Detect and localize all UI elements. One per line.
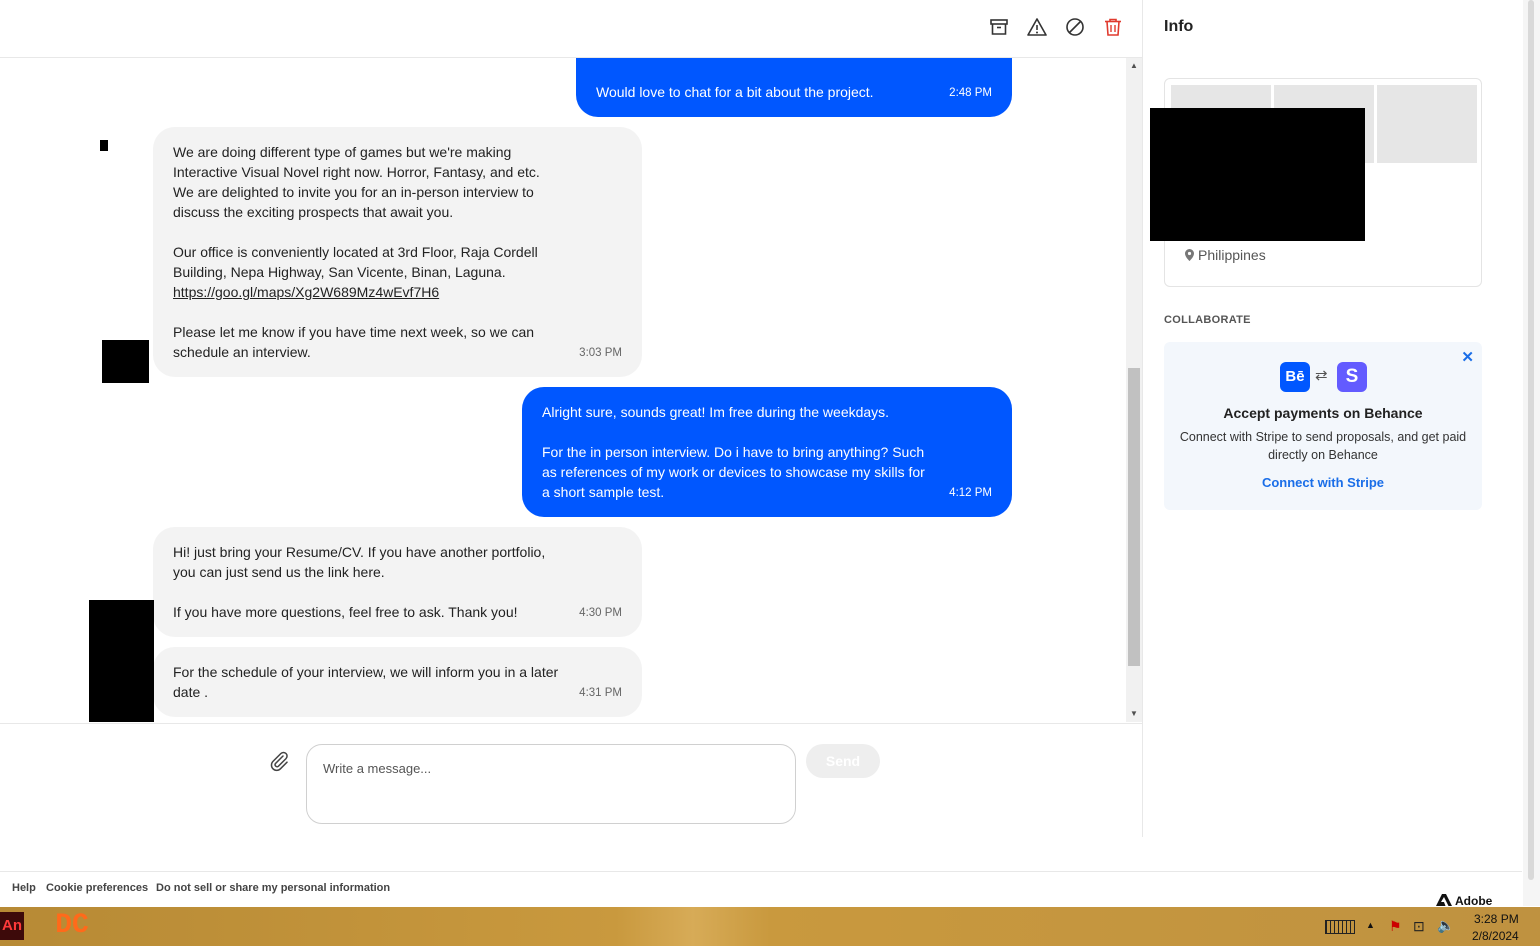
animate-app-icon[interactable]: An — [0, 912, 24, 940]
volume-icon[interactable]: 🔈 — [1437, 917, 1454, 934]
message-text: For the schedule of your interview, we w… — [173, 664, 559, 700]
message-time: 3:03 PM — [579, 347, 622, 359]
block-icon[interactable] — [1064, 16, 1086, 38]
message-bubble-sent: Would love to chat for a bit about the p… — [576, 58, 1012, 117]
stripe-logo: S — [1337, 362, 1367, 392]
keyboard-icon[interactable] — [1325, 920, 1355, 934]
trash-icon[interactable] — [1102, 16, 1124, 38]
message-time: 2:48 PM — [949, 87, 992, 99]
stripe-promo-card: ✕ Bē ⇄ S Accept payments on Behance Conn… — [1164, 342, 1482, 510]
swap-arrows-icon: ⇄ — [1315, 367, 1328, 384]
message-text: Hi! just bring your Resume/CV. If you ha… — [173, 544, 546, 620]
clock-time[interactable]: 3:28 PM — [1474, 912, 1519, 926]
footer-link-do-not-sell[interactable]: Do not sell or share my personal informa… — [156, 882, 390, 894]
dc-app-icon[interactable]: DC — [54, 910, 90, 942]
collaborate-heading: COLLABORATE — [1164, 314, 1251, 326]
project-thumbnail[interactable] — [1377, 85, 1477, 163]
message-text: Please let me know if you have time next… — [173, 324, 535, 360]
warning-icon[interactable] — [1026, 16, 1048, 38]
message-bubble-received: For the schedule of your interview, we w… — [153, 647, 642, 717]
close-icon[interactable]: ✕ — [1461, 348, 1474, 366]
message-input[interactable] — [306, 744, 796, 824]
message-composer: Send — [0, 723, 1142, 838]
message-time: 4:31 PM — [579, 687, 622, 699]
location-pin-icon — [1185, 248, 1194, 264]
info-sidebar: Info Philippines COLLABORATE ✕ Bē ⇄ S Ac… — [1142, 0, 1503, 837]
redacted-avatar — [100, 140, 108, 151]
behance-logo: Bē — [1280, 362, 1310, 392]
stripe-body: Connect with Stripe to send proposals, a… — [1179, 430, 1467, 462]
stripe-heading: Accept payments on Behance — [1223, 405, 1423, 421]
sidebar-title: Info — [1164, 18, 1194, 35]
message-text: Alright sure, sounds great! Im free duri… — [542, 404, 925, 500]
page-scroll-thumb[interactable] — [1528, 0, 1534, 880]
chat-scrollbar[interactable]: ▲ ▼ — [1126, 58, 1142, 722]
message-text: We are doing different type of games but… — [173, 144, 540, 280]
show-hidden-icons-icon[interactable]: ▲ — [1366, 920, 1375, 930]
redacted-avatar — [89, 600, 154, 722]
location-text: Philippines — [1198, 247, 1266, 263]
message-time: 4:30 PM — [579, 607, 622, 619]
footer-link-cookie-preferences[interactable]: Cookie preferences — [46, 882, 148, 894]
chat-header — [0, 0, 1142, 58]
clock-date[interactable]: 2/8/2024 — [1472, 929, 1519, 943]
location: Philippines — [1185, 247, 1266, 264]
message-bubble-received: We are doing different type of games but… — [153, 127, 642, 377]
scroll-up-arrow-icon[interactable]: ▲ — [1126, 58, 1142, 74]
message-link[interactable]: https://goo.gl/maps/Xg2W689Mz4wEvf7H6 — [173, 284, 439, 300]
send-button[interactable]: Send — [806, 744, 880, 778]
os-taskbar: An DC ▲ ⚑ ⊡ 🔈 3:28 PM 2/8/2024 — [0, 907, 1540, 946]
network-icon[interactable]: ⊡ — [1413, 918, 1425, 935]
message-bubble-sent: Alright sure, sounds great! Im free duri… — [522, 387, 1012, 517]
message-bubble-received: Hi! just bring your Resume/CV. If you ha… — [153, 527, 642, 637]
site-footer: Help Cookie preferences Do not sell or s… — [0, 871, 1522, 908]
attachment-icon[interactable] — [268, 750, 290, 772]
message-thread: Would love to chat for a bit about the p… — [0, 58, 1126, 722]
archive-icon[interactable] — [988, 16, 1010, 38]
adobe-logo-text: Adobe — [1455, 894, 1493, 908]
message-text: Would love to chat for a bit about the p… — [596, 84, 874, 100]
scroll-thumb[interactable] — [1128, 368, 1140, 666]
connect-stripe-link[interactable]: Connect with Stripe — [1164, 475, 1482, 490]
page-scrollbar[interactable] — [1523, 0, 1540, 906]
action-center-flag-icon[interactable]: ⚑ — [1389, 918, 1402, 935]
message-time: 4:12 PM — [949, 487, 992, 499]
scroll-down-arrow-icon[interactable]: ▼ — [1126, 706, 1142, 722]
redacted-avatar — [102, 340, 149, 383]
redacted-profile — [1150, 108, 1365, 241]
footer-link-help[interactable]: Help — [12, 882, 36, 894]
